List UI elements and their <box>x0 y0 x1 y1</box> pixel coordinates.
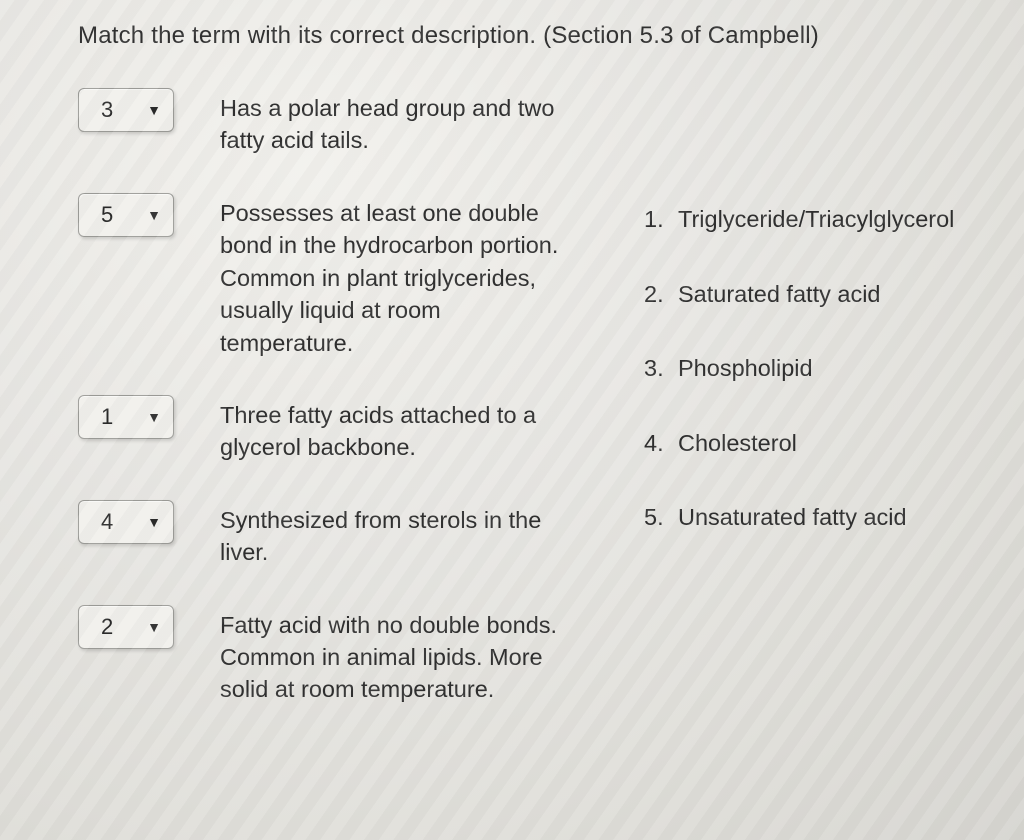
term-number: 4. <box>644 428 678 459</box>
match-row: 2 ▼ Fatty acid with no double bonds. Com… <box>78 605 638 706</box>
match-row: 1 ▼ Three fatty acids attached to a glyc… <box>78 395 638 464</box>
term-item: 1. Triglyceride/Triacylglycerol <box>644 204 954 235</box>
answer-select[interactable]: 1 ▼ <box>78 395 174 439</box>
chevron-down-icon: ▼ <box>147 102 161 118</box>
chevron-down-icon: ▼ <box>147 409 161 425</box>
term-label: Cholesterol <box>678 428 797 459</box>
description-text: Has a polar head group and two fatty aci… <box>220 88 580 157</box>
answer-select[interactable]: 5 ▼ <box>78 193 174 237</box>
selected-value: 3 <box>101 97 147 123</box>
answer-select[interactable]: 4 ▼ <box>78 500 174 544</box>
question-instruction: Match the term with its correct descript… <box>78 22 956 50</box>
term-item: 4. Cholesterol <box>644 428 954 459</box>
term-label: Unsaturated fatty acid <box>678 502 907 533</box>
answer-select[interactable]: 2 ▼ <box>78 605 174 649</box>
term-label: Phospholipid <box>678 353 813 384</box>
chevron-down-icon: ▼ <box>147 207 161 223</box>
match-row: 4 ▼ Synthesized from sterols in the live… <box>78 500 638 569</box>
description-text: Fatty acid with no double bonds. Common … <box>220 605 580 706</box>
term-item: 3. Phospholipid <box>644 353 954 384</box>
matching-question: Match the term with its correct descript… <box>0 0 1024 706</box>
descriptions-column: 3 ▼ Has a polar head group and two fatty… <box>78 88 638 706</box>
term-number: 1. <box>644 204 678 235</box>
chevron-down-icon: ▼ <box>147 619 161 635</box>
term-item: 2. Saturated fatty acid <box>644 279 954 310</box>
term-number: 5. <box>644 502 678 533</box>
match-row: 3 ▼ Has a polar head group and two fatty… <box>78 88 638 157</box>
term-label: Triglyceride/Triacylglycerol <box>678 204 954 235</box>
term-item: 5. Unsaturated fatty acid <box>644 502 954 533</box>
description-text: Possesses at least one double bond in th… <box>220 193 580 359</box>
term-label: Saturated fatty acid <box>678 279 880 310</box>
selected-value: 4 <box>101 509 147 535</box>
columns: 3 ▼ Has a polar head group and two fatty… <box>78 88 956 706</box>
chevron-down-icon: ▼ <box>147 514 161 530</box>
match-row: 5 ▼ Possesses at least one double bond i… <box>78 193 638 359</box>
description-text: Synthesized from sterols in the liver. <box>220 500 580 569</box>
terms-list: 1. Triglyceride/Triacylglycerol 2. Satur… <box>644 204 954 533</box>
term-number: 2. <box>644 279 678 310</box>
terms-column: 1. Triglyceride/Triacylglycerol 2. Satur… <box>644 88 954 533</box>
term-number: 3. <box>644 353 678 384</box>
selected-value: 2 <box>101 614 147 640</box>
selected-value: 5 <box>101 202 147 228</box>
description-text: Three fatty acids attached to a glycerol… <box>220 395 580 464</box>
selected-value: 1 <box>101 404 147 430</box>
answer-select[interactable]: 3 ▼ <box>78 88 174 132</box>
